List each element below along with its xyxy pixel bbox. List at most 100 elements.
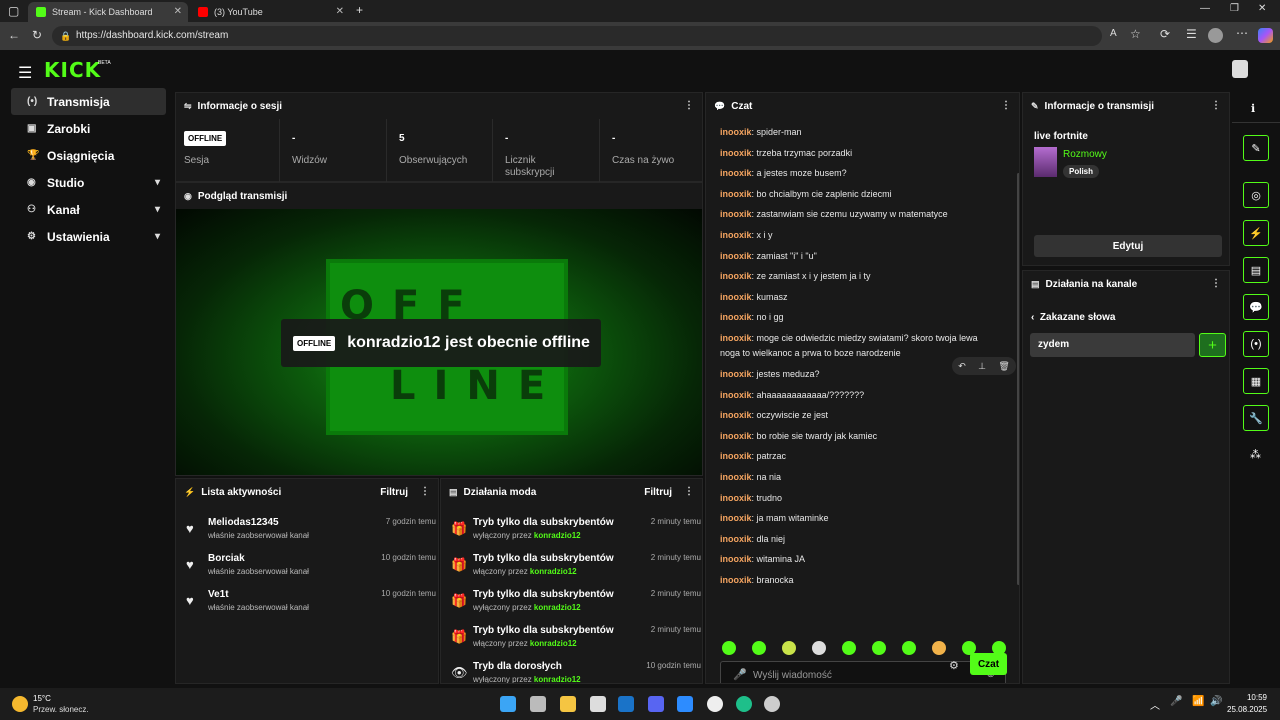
emote-icon[interactable] <box>902 641 916 655</box>
more-vertical-icon[interactable]: ⋮ <box>684 486 694 497</box>
chat-username[interactable]: inooxik <box>720 472 752 482</box>
more-vertical-icon[interactable]: ⋮ <box>1211 278 1221 289</box>
emote-icon[interactable] <box>932 641 946 655</box>
chat-username[interactable]: inooxik <box>720 312 752 322</box>
tab-kick-dashboard[interactable]: Stream - Kick Dashboard ✕ <box>28 2 188 22</box>
wrench-icon[interactable]: 🔧 <box>1243 405 1269 431</box>
chat-username[interactable]: inooxik <box>720 148 752 158</box>
mod-action-user[interactable]: konradzio12 <box>534 531 581 540</box>
microphone-icon[interactable]: 🎤 <box>1170 696 1182 707</box>
tab-actions-icon[interactable]: ▢ <box>8 4 19 18</box>
clock-time[interactable]: 10:59 <box>1227 693 1267 702</box>
chat-icon[interactable]: 💬 <box>1243 294 1269 320</box>
obs-icon[interactable] <box>764 696 780 712</box>
activity-user[interactable]: Ve1t <box>208 589 229 600</box>
read-aloud-icon[interactable]: A <box>1110 28 1117 39</box>
mod-action-user[interactable]: konradzio12 <box>534 675 581 683</box>
favorite-star-icon[interactable]: ☆ <box>1130 27 1141 41</box>
nav-item-osiagniecia[interactable]: 🏆 Osiągnięcia <box>11 142 166 169</box>
new-tab-icon[interactable]: + <box>356 3 363 17</box>
more-vertical-icon[interactable]: ⋮ <box>1211 100 1221 111</box>
chat-username[interactable]: inooxik <box>720 534 752 544</box>
edge-icon[interactable] <box>736 696 752 712</box>
url-field[interactable]: 🔒 https://dashboard.kick.com/stream <box>52 26 1102 46</box>
chat-username[interactable]: inooxik <box>720 451 752 461</box>
nav-item-transmisja[interactable]: (•) Transmisja <box>11 88 166 115</box>
document-icon[interactable]: ▤ <box>1243 257 1269 283</box>
discord-icon[interactable] <box>648 696 664 712</box>
layout-icon[interactable]: ▦ <box>1243 368 1269 394</box>
weather-sun-icon[interactable] <box>12 696 28 712</box>
chat-username[interactable]: inooxik <box>720 390 752 400</box>
wifi-icon[interactable]: 📶 <box>1192 696 1204 707</box>
favorites-icon[interactable]: ☰ <box>1186 27 1197 41</box>
store-icon[interactable] <box>590 696 606 712</box>
pin-icon[interactable]: ⊥ <box>978 361 986 372</box>
reload-icon[interactable]: ↻ <box>32 28 42 42</box>
chat-username[interactable]: inooxik <box>720 493 752 503</box>
user-avatar[interactable] <box>1232 60 1248 78</box>
hamburger-menu-icon[interactable]: ☰ <box>18 63 32 83</box>
undo-icon[interactable]: ↶ <box>958 361 966 372</box>
chat-username[interactable]: inooxik <box>720 209 752 219</box>
chat-username[interactable]: inooxik <box>720 271 752 281</box>
lightning-icon[interactable]: ⚡ <box>1243 220 1269 246</box>
kick-logo[interactable]: KICK <box>44 58 101 82</box>
chat-username[interactable]: inooxik <box>720 127 752 137</box>
chat-username[interactable]: inooxik <box>720 230 752 240</box>
minimize-icon[interactable]: — <box>1200 3 1210 14</box>
chat-username[interactable]: inooxik <box>720 575 752 585</box>
filter-button[interactable]: Filtruj <box>380 487 408 498</box>
nav-item-kanal[interactable]: ⚇ Kanał ▾ <box>11 196 166 223</box>
close-icon[interactable]: ✕ <box>174 6 182 17</box>
back-icon[interactable]: ← <box>8 28 20 42</box>
window-close-icon[interactable]: ✕ <box>1258 3 1266 14</box>
mod-action-user[interactable]: konradzio12 <box>530 639 577 648</box>
edit-button[interactable]: Edytuj <box>1034 235 1222 257</box>
outlook-icon[interactable] <box>618 696 634 712</box>
more-vertical-icon[interactable]: ⋮ <box>684 100 694 111</box>
chat-send-button[interactable]: Czat <box>970 653 1007 675</box>
pen-icon[interactable]: ✎ <box>1243 135 1269 161</box>
tab-youtube[interactable]: (3) YouTube ✕ <box>190 2 350 22</box>
mod-action-user[interactable]: konradzio12 <box>530 567 577 576</box>
task-view-icon[interactable] <box>530 696 546 712</box>
chat-username[interactable]: inooxik <box>720 189 752 199</box>
chat-settings-icon[interactable]: ⚙ <box>949 659 959 672</box>
nav-item-zarobki[interactable]: ▣ Zarobki <box>11 115 166 142</box>
copilot-icon[interactable] <box>1258 28 1273 43</box>
chat-username[interactable]: inooxik <box>720 168 752 178</box>
banned-word-input[interactable]: zydem <box>1030 333 1195 357</box>
chat-username[interactable]: inooxik <box>720 554 752 564</box>
apps-icon[interactable]: ⁂ <box>1250 448 1261 461</box>
clock-date[interactable]: 25.08.2025 <box>1227 705 1267 714</box>
messenger-icon[interactable] <box>677 696 693 712</box>
more-icon[interactable]: ⋯ <box>1236 26 1248 40</box>
microphone-icon[interactable]: 🎤 <box>733 668 747 681</box>
focus-icon[interactable]: ◎ <box>1243 182 1269 208</box>
chat-scrollbar[interactable] <box>1017 173 1019 585</box>
category-link[interactable]: Rozmowy <box>1063 149 1107 160</box>
restore-icon[interactable]: ❐ <box>1230 3 1239 14</box>
volume-icon[interactable]: 🔊 <box>1210 696 1222 707</box>
nav-item-ustawienia[interactable]: ⚙ Ustawienia ▾ <box>11 223 166 250</box>
trash-icon[interactable]: 🗑 <box>998 361 1009 372</box>
emote-icon[interactable] <box>812 641 826 655</box>
chat-username[interactable]: inooxik <box>720 292 752 302</box>
profile-avatar[interactable] <box>1208 28 1223 43</box>
chat-input[interactable]: 🎤 Wyślij wiadomość ☺ <box>720 661 1006 683</box>
broadcast-icon[interactable]: (•) <box>1243 331 1269 357</box>
add-word-button[interactable]: + <box>1199 333 1226 357</box>
close-icon[interactable]: ✕ <box>336 6 344 17</box>
info-icon[interactable]: ℹ <box>1251 102 1255 115</box>
file-explorer-icon[interactable] <box>560 696 576 712</box>
chat-username[interactable]: inooxik <box>720 251 752 261</box>
emote-icon[interactable] <box>872 641 886 655</box>
settings-app-icon[interactable] <box>707 696 723 712</box>
chat-username[interactable]: inooxik <box>720 369 752 379</box>
banned-words-back[interactable]: ‹ Zakazane słowa <box>1031 312 1116 323</box>
chat-username[interactable]: inooxik <box>720 333 752 343</box>
nav-item-studio[interactable]: ◉ Studio ▾ <box>11 169 166 196</box>
emote-icon[interactable] <box>782 641 796 655</box>
emote-icon[interactable] <box>752 641 766 655</box>
